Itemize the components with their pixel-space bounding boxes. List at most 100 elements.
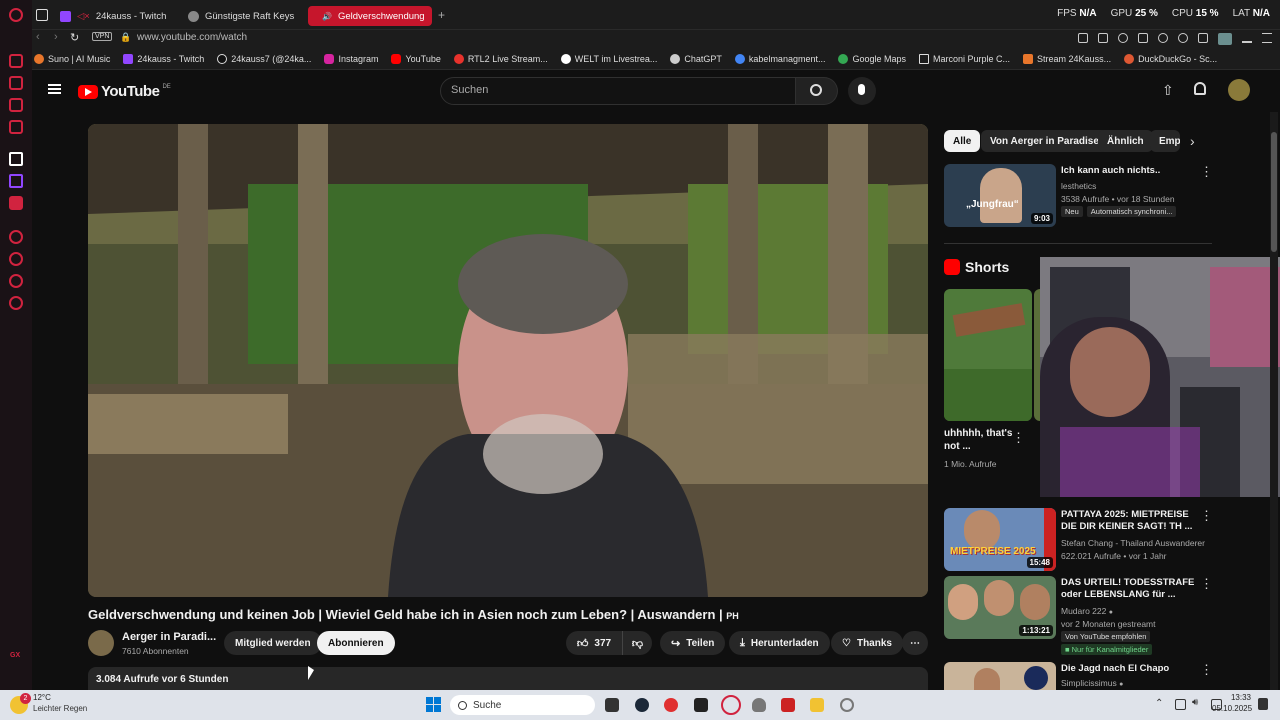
chip-from-channel[interactable]: Von Aerger in Paradise (981, 130, 1108, 152)
sidebar-messenger-icon[interactable] (9, 76, 23, 90)
channel-avatar[interactable] (88, 630, 114, 656)
dislike-button[interactable]: 👎︎ (622, 631, 652, 655)
rec-more-icon[interactable]: ⋮ (1200, 164, 1213, 180)
bookmark-youtube[interactable]: YouTube (391, 53, 441, 64)
bookmark-stream[interactable]: Stream 24Kauss... (1023, 53, 1111, 64)
short-title[interactable]: uhhhhh, that's not ... (944, 427, 1014, 453)
settings-gear-icon[interactable] (840, 698, 854, 712)
bookmark-welt[interactable]: WELT im Livestrea... (560, 53, 657, 64)
vpn-badge[interactable]: VPN (92, 32, 113, 41)
profile-avatar[interactable] (1218, 33, 1232, 45)
rec-thumbnail[interactable] (944, 662, 1056, 690)
heart-icon[interactable] (1178, 33, 1188, 43)
rec-channel[interactable]: Simplicissimus ● (1061, 677, 1211, 691)
share-button[interactable]: ↪ Teilen (660, 631, 726, 655)
sidebar-settings-icon[interactable] (9, 296, 23, 310)
rec-title[interactable]: DAS URTEIL! TODESSTRAFE oder LEBENSLANG … (1061, 577, 1201, 601)
thanks-button[interactable]: ♡ Thanks (831, 631, 903, 655)
chips-next-chevron-icon[interactable]: › (1190, 133, 1195, 149)
bookmark-kabel[interactable]: kabelmanagment... (734, 53, 825, 64)
video-player[interactable] (88, 124, 928, 597)
app-banner-icon[interactable] (781, 698, 795, 712)
mouse-software-icon[interactable] (752, 698, 766, 712)
search-button[interactable] (796, 77, 838, 105)
bookmark-suno[interactable]: Suno | AI Music (34, 53, 110, 64)
account-avatar[interactable] (1228, 79, 1250, 101)
task-view-icon[interactable] (605, 698, 619, 712)
search-input[interactable]: Suchen (440, 77, 796, 105)
sidebar-player-icon[interactable] (9, 230, 23, 244)
bookmark-rtl2[interactable]: RTL2 Live Stream... (453, 53, 548, 64)
rec-channel[interactable]: lesthetics (1061, 180, 1211, 192)
weather-temp[interactable]: 12°C (33, 693, 51, 702)
hamburger-menu-icon[interactable] (48, 84, 61, 94)
page-scrollbar[interactable] (1270, 112, 1278, 690)
sidebar-ai-icon[interactable] (9, 54, 23, 68)
download-icon[interactable] (1242, 33, 1252, 43)
rec-title[interactable]: Die Jagd nach El Chapo (1061, 663, 1201, 675)
url-field[interactable]: www.youtube.com/watch (137, 32, 247, 43)
chip-related[interactable]: Ähnlich (1098, 130, 1153, 152)
bookmark-twitch[interactable]: 24kauss - Twitch (123, 53, 204, 64)
volume-icon[interactable]: 🔊︎ (1192, 697, 1198, 708)
upload-icon[interactable]: ⇧ (1162, 82, 1174, 99)
camera-icon[interactable] (1158, 33, 1168, 43)
rec-more-icon[interactable]: ⋮ (1200, 662, 1213, 678)
sidebar-news-icon[interactable] (9, 120, 23, 134)
download-button[interactable]: ⤓ Herunterladen (729, 631, 830, 655)
voice-search-button[interactable] (848, 77, 876, 105)
channel-name[interactable]: Aerger in Paradi... (122, 631, 216, 643)
rec-title[interactable]: Ich kann auch nichts.. (1061, 165, 1201, 177)
like-button[interactable]: 👍︎ 377 (566, 631, 622, 655)
snapshot-icon[interactable] (1098, 33, 1108, 43)
bookmark-marconi[interactable]: Marconi Purple C... (919, 53, 1010, 64)
windows-start-icon[interactable] (426, 697, 441, 712)
sidebar-history-icon[interactable] (9, 252, 23, 266)
opera-logo-icon[interactable] (9, 8, 23, 22)
sidebar-instagram-icon[interactable] (9, 98, 23, 112)
new-tab-button[interactable]: + (438, 8, 445, 22)
back-icon[interactable]: ‹ (36, 31, 40, 43)
reload-icon[interactable]: ↻ (70, 31, 79, 44)
rec-thumbnail[interactable]: MIETPREISE 2025 15:48 (944, 508, 1056, 571)
notifications-icon[interactable] (1258, 698, 1268, 710)
chip-all[interactable]: Alle (944, 130, 981, 152)
taskbar-search[interactable]: Suche (450, 695, 595, 715)
rec-channel[interactable]: Stefan Chang - Thailand Auswanderer (1061, 537, 1211, 549)
rec-title[interactable]: PATTAYA 2025: MIETPREISE DIE DIR KEINER … (1061, 509, 1201, 533)
short-more-icon[interactable]: ⋮ (1012, 430, 1025, 446)
network-icon[interactable] (1175, 699, 1186, 710)
pin-icon[interactable] (1078, 33, 1088, 43)
weather-desc[interactable]: Leichter Regen (33, 704, 87, 713)
bookmark-chatgpt[interactable]: ChatGPT (670, 53, 722, 64)
play-icon[interactable] (1138, 33, 1148, 43)
sidebar-twitch-icon[interactable] (9, 174, 23, 188)
epic-games-icon[interactable] (694, 698, 708, 712)
steam-icon[interactable] (635, 698, 649, 712)
sidebar-youtube-icon[interactable] (9, 196, 23, 210)
forward-icon[interactable]: › (54, 31, 58, 43)
youtube-logo[interactable]: YouTube DE (78, 83, 171, 100)
description-box[interactable]: 3.084 Aufrufe vor 6 Stunden (88, 667, 928, 690)
scrollbar-thumb[interactable] (1271, 132, 1277, 252)
join-button[interactable]: Mitglied werden (224, 631, 322, 655)
tab-youtube[interactable]: 🔊 Geldverschwendung (308, 6, 432, 26)
rec-thumbnail[interactable]: „Jungfrau“ 9:03 (944, 164, 1056, 227)
app-red-icon[interactable] (664, 698, 678, 712)
speaker-icon[interactable]: 🔊 (322, 12, 332, 21)
bookmark-maps[interactable]: Google Maps (838, 53, 906, 64)
shield-icon[interactable] (1118, 33, 1128, 43)
bookmark-duckduckgo[interactable]: DuckDuckGo - Sc... (1124, 53, 1217, 64)
tab-raft-keys[interactable]: Günstigste Raft Keys (180, 6, 302, 26)
sidebar-extensions-icon[interactable] (9, 274, 23, 288)
rec-more-icon[interactable]: ⋮ (1200, 508, 1213, 524)
file-explorer-icon[interactable] (810, 698, 824, 712)
menu-icon[interactable] (1262, 33, 1272, 43)
short-thumbnail[interactable] (944, 289, 1032, 421)
more-actions-button[interactable]: ⋯ (902, 631, 928, 655)
bookmark-tiktok[interactable]: 24kauss7 (@24ka... (217, 53, 311, 64)
muted-speaker-icon[interactable]: ◁× (77, 11, 90, 22)
clock-date[interactable]: 05.10.2025 (1212, 704, 1252, 713)
rec-more-icon[interactable]: ⋮ (1200, 576, 1213, 592)
extensions-icon[interactable] (1198, 33, 1208, 43)
